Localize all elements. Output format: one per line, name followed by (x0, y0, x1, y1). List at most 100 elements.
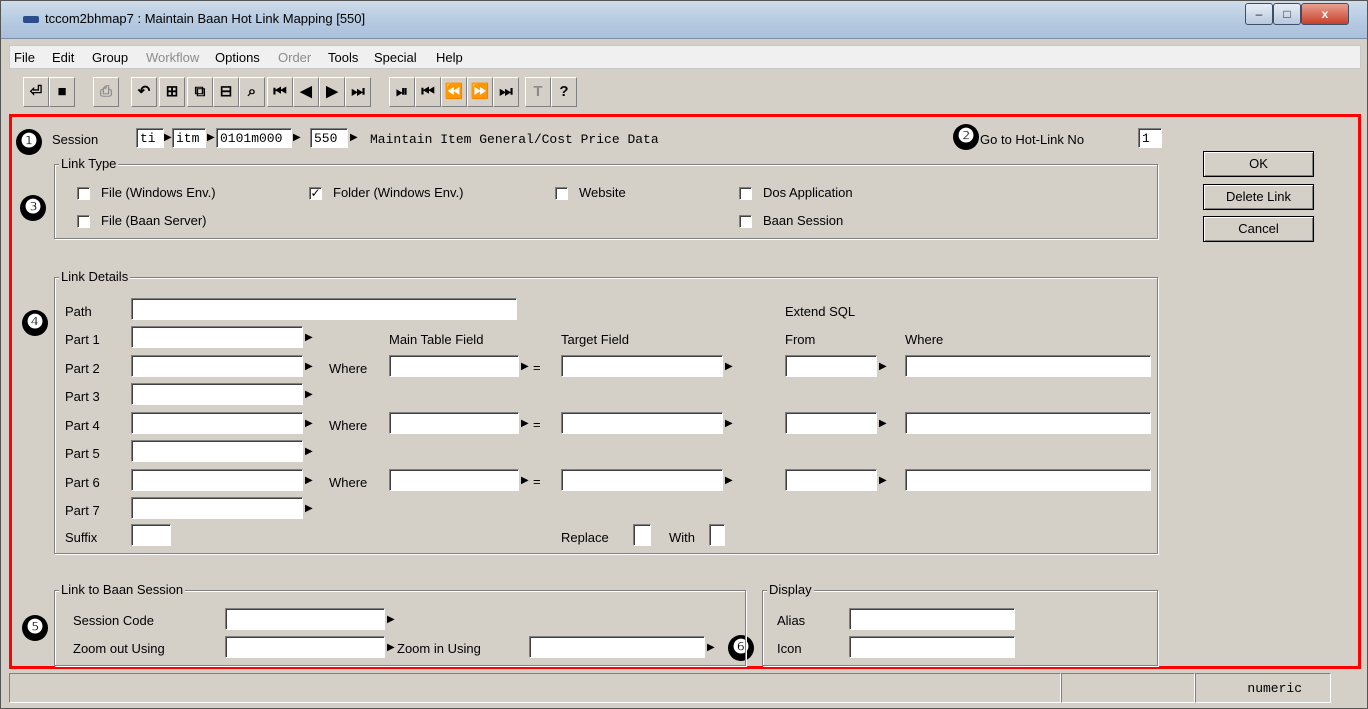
menu-help[interactable]: Help (436, 50, 463, 65)
part6-field[interactable] (131, 468, 303, 491)
delete-link-button[interactable]: Delete Link (1203, 184, 1314, 210)
alias-field[interactable] (849, 608, 1015, 630)
part1-field[interactable] (131, 326, 303, 348)
replace-label: Replace (561, 530, 609, 545)
dos-application-checkbox[interactable] (739, 187, 752, 200)
replace-field[interactable] (633, 524, 651, 546)
insert-record-icon[interactable]: ⊞ (159, 77, 185, 107)
session-code-field[interactable]: 0101m000 (216, 128, 292, 148)
folder-windows-checkbox[interactable]: ✓ (309, 187, 322, 200)
previous-page-icon[interactable]: ⏪ (441, 77, 467, 107)
menu-file[interactable]: File (14, 50, 35, 65)
app-window: tccom2bhmap7 : Maintain Baan Hot Link Ma… (0, 0, 1368, 709)
text-icon[interactable]: T (525, 77, 551, 107)
session-package-field[interactable]: ti (136, 128, 164, 148)
with-label: With (669, 530, 695, 545)
alias-label: Alias (777, 613, 806, 628)
close-button[interactable]: x (1301, 3, 1349, 25)
arrow-icon: ▶ (305, 332, 313, 343)
part7-field[interactable] (131, 497, 303, 519)
sql-where-field[interactable] (905, 468, 1151, 491)
menu-group[interactable]: Group (92, 50, 128, 65)
first-set-icon[interactable]: ⏯ (389, 77, 415, 107)
part3-field[interactable] (131, 383, 303, 405)
file-windows-checkbox[interactable] (77, 187, 90, 200)
arrow-icon: ▶ (293, 132, 301, 143)
arrow-icon: ▶ (879, 417, 887, 429)
next-page-icon[interactable]: ⏩ (467, 77, 493, 107)
path-field[interactable] (131, 298, 517, 320)
with-field[interactable] (709, 524, 725, 546)
main-table-field-input[interactable] (389, 468, 519, 491)
cancel-button[interactable]: Cancel (1203, 216, 1314, 242)
part1-label: Part 1 (65, 332, 100, 347)
baan-session-caption: Link to Baan Session (59, 582, 186, 597)
save-icon[interactable]: ■ (49, 77, 75, 107)
main-table-field-input[interactable] (389, 411, 519, 434)
baan-session-checkbox[interactable] (739, 215, 752, 228)
equals-label: = (533, 473, 541, 489)
undo-icon[interactable]: ↶ (131, 77, 157, 107)
target-field-input[interactable] (561, 468, 723, 491)
session-module-field[interactable]: itm (172, 128, 206, 148)
part5-field[interactable] (131, 440, 303, 462)
first-record-icon[interactable]: ⏮ (267, 77, 293, 107)
find-icon[interactable]: ⌕ (239, 77, 265, 107)
from-header: From (785, 332, 816, 347)
dos-application-label: Dos Application (763, 185, 853, 200)
file-server-checkbox[interactable] (77, 215, 90, 228)
arrow-icon: ▶ (879, 474, 887, 486)
help-pointer-icon[interactable]: ? (551, 77, 577, 107)
previous-record-icon[interactable]: ◀ (293, 77, 319, 107)
session-number-field[interactable]: 550 (310, 128, 348, 148)
copy-icon[interactable]: ⧉ (187, 77, 213, 107)
menu-options[interactable]: Options (215, 50, 260, 65)
zoom-out-field[interactable] (225, 636, 385, 658)
sql-from-field[interactable] (785, 411, 877, 434)
sql-where-field[interactable] (905, 411, 1151, 434)
display-group: Display Alias Icon (762, 582, 1158, 666)
website-checkbox[interactable] (555, 187, 568, 200)
menu-special[interactable]: Special (374, 50, 417, 65)
main-table-field-input[interactable] (389, 354, 519, 377)
sql-from-field[interactable] (785, 354, 877, 377)
zoom-in-label: Zoom in Using (397, 641, 481, 656)
target-field-input[interactable] (561, 354, 723, 377)
ok-button[interactable]: OK (1203, 151, 1314, 177)
delete-record-icon[interactable]: ⊟ (213, 77, 239, 107)
menu-workflow[interactable]: Workflow (146, 50, 199, 65)
suffix-field[interactable] (131, 524, 171, 546)
menu-tools[interactable]: Tools (328, 50, 358, 65)
arrow-icon: ▶ (305, 360, 313, 372)
minimize-button[interactable]: – (1245, 3, 1273, 25)
part2-field[interactable] (131, 354, 303, 377)
icon-label: Icon (777, 641, 802, 656)
marker-5: ❺ (22, 615, 48, 641)
zoom-in-field[interactable] (529, 636, 705, 658)
arrow-icon: ▶ (305, 389, 313, 400)
sql-from-field[interactable] (785, 468, 877, 491)
next-record-icon[interactable]: ▶ (319, 77, 345, 107)
print-icon[interactable]: ⎙ (93, 77, 119, 107)
goto-hotlink-field[interactable]: 1 (1138, 128, 1162, 148)
target-field-input[interactable] (561, 411, 723, 434)
icon-field[interactable] (849, 636, 1015, 658)
display-caption: Display (767, 582, 814, 597)
part4-field[interactable] (131, 411, 303, 434)
main-table-field-header: Main Table Field (389, 332, 484, 347)
sql-where-field[interactable] (905, 354, 1151, 377)
link-type-group: Link Type File (Windows Env.) ✓ Folder (… (54, 156, 1158, 239)
maximize-button[interactable]: □ (1273, 3, 1301, 25)
last-page-icon[interactable]: ⏭ (493, 77, 519, 107)
menu-order[interactable]: Order (278, 50, 311, 65)
last-record-icon[interactable]: ⏭ (345, 77, 371, 107)
exit-icon[interactable]: ⏎ (23, 77, 49, 107)
first-page-icon[interactable]: ⏮ (415, 77, 441, 107)
extend-sql-label: Extend SQL (785, 304, 856, 319)
marker-1: ❶ (16, 129, 42, 155)
where-label: Where (329, 474, 368, 490)
status-pane (1061, 673, 1195, 703)
session-description: Maintain Item General/Cost Price Data (370, 132, 659, 147)
menu-edit[interactable]: Edit (52, 50, 74, 65)
session-code-field[interactable] (225, 608, 385, 630)
